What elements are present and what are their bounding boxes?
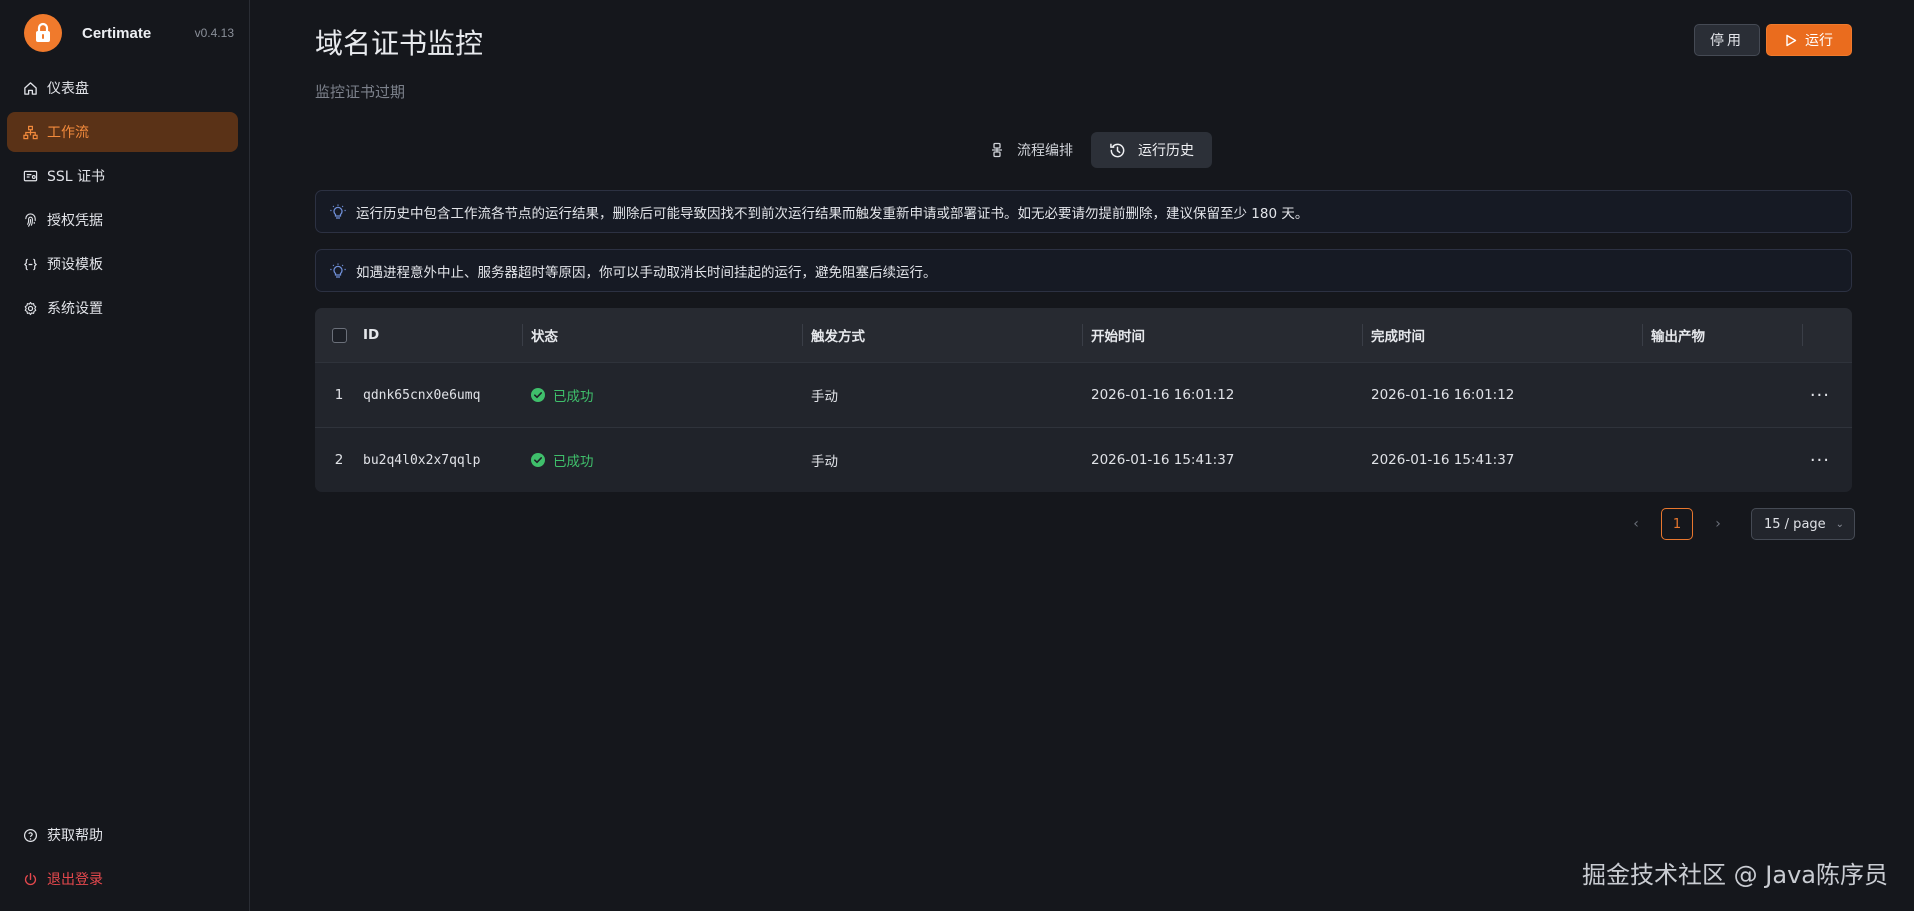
start-time: 2026-01-16 16:01:12	[1091, 387, 1235, 403]
braces-icon	[22, 256, 38, 272]
chevron-down-icon: ⌄	[1835, 518, 1844, 530]
sidebar-item-templates[interactable]: 预设模板	[7, 244, 238, 284]
alert-text: 如遇进程意外中止、服务器超时等原因，你可以手动取消长时间挂起的运行，避免阻塞后续…	[356, 264, 937, 281]
brand: Certimate v0.4.13	[24, 14, 234, 52]
sidebar-nav: 仪表盘 工作流 SSL 证书 授权凭据 预设模板 系统设置	[7, 68, 238, 332]
workflow-icon	[22, 124, 38, 140]
tab-orchestration[interactable]: 流程编排	[971, 132, 1091, 168]
history-table: ID 状态 触发方式 开始时间 完成时间 输出产物 1 qdnk65cnx0e6…	[315, 308, 1852, 492]
page-number-current[interactable]: 1	[1661, 508, 1693, 540]
prev-page-icon[interactable]: ‹	[1621, 509, 1651, 539]
info-alert-retention: 运行历史中包含工作流各节点的运行结果，删除后可能导致因找不到前次运行结果而触发重…	[315, 190, 1852, 233]
main-content: 域名证书监控 监控证书过期 停用 运行 流程编排 运行历史 运行历史中包含工作流…	[251, 0, 1914, 911]
check-circle-icon	[531, 453, 545, 467]
page-size-value: 15 / page	[1764, 516, 1826, 532]
sidebar-item-label: 工作流	[47, 125, 89, 141]
watermark: 掘金技术社区 @ Java陈序员	[1582, 861, 1888, 889]
home-icon	[22, 80, 38, 96]
status-badge: 已成功	[531, 450, 594, 470]
sidebar-item-ssl[interactable]: SSL 证书	[7, 156, 238, 196]
sidebar-item-logout[interactable]: 退出登录	[7, 859, 238, 899]
trigger-type: 手动	[811, 454, 838, 470]
run-id: bu2q4l0x2x7qqlp	[363, 452, 481, 468]
sidebar-item-label: 退出登录	[47, 872, 103, 888]
sidebar-item-help[interactable]: 获取帮助	[7, 815, 238, 855]
status-text: 已成功	[553, 389, 594, 405]
run-id: qdnk65cnx0e6umq	[363, 387, 481, 403]
help-icon	[22, 827, 38, 843]
sidebar: Certimate v0.4.13 仪表盘 工作流 SSL 证书 授权凭据 预设…	[0, 0, 250, 911]
brand-name: Certimate	[82, 24, 152, 42]
header-output: 输出产物	[1643, 324, 1803, 346]
stop-button[interactable]: 停用	[1694, 24, 1760, 56]
play-icon	[1786, 34, 1797, 46]
sidebar-item-label: 获取帮助	[47, 828, 103, 844]
header-end-time: 完成时间	[1363, 324, 1643, 346]
row-index: 2	[334, 452, 344, 468]
sidebar-item-label: 系统设置	[47, 301, 103, 317]
status-text: 已成功	[553, 454, 594, 470]
header-trigger: 触发方式	[803, 324, 1083, 346]
check-circle-icon	[531, 388, 545, 402]
sidebar-item-credentials[interactable]: 授权凭据	[7, 200, 238, 240]
page-size-select[interactable]: 15 / page ⌄	[1751, 508, 1855, 540]
page-subtitle: 监控证书过期	[315, 83, 406, 101]
info-alert-cancel: 如遇进程意外中止、服务器超时等原因，你可以手动取消长时间挂起的运行，避免阻塞后续…	[315, 249, 1852, 292]
bulb-icon	[330, 204, 346, 219]
tab-label: 流程编排	[1017, 143, 1073, 159]
output-artifacts	[1643, 363, 1803, 427]
lock-logo-icon	[24, 14, 62, 52]
end-time: 2026-01-16 15:41:37	[1371, 452, 1515, 468]
header-start-time: 开始时间	[1083, 324, 1363, 346]
brand-version: v0.4.13	[194, 26, 234, 40]
output-artifacts	[1643, 428, 1803, 492]
header-status: 状态	[523, 324, 803, 346]
certificate-icon	[22, 168, 38, 184]
sidebar-item-settings[interactable]: 系统设置	[7, 288, 238, 328]
view-tabs: 流程编排 运行历史	[971, 132, 1212, 168]
table-row[interactable]: 1 qdnk65cnx0e6umq 已成功 手动 2026-01-16 16:0…	[315, 362, 1852, 427]
run-button-label: 运行	[1805, 33, 1833, 49]
select-all-checkbox[interactable]	[331, 327, 347, 343]
sidebar-item-dashboard[interactable]: 仪表盘	[7, 68, 238, 108]
sidebar-item-workflow[interactable]: 工作流	[7, 112, 238, 152]
sidebar-bottom: 获取帮助 退出登录	[7, 815, 238, 903]
page-title: 域名证书监控	[315, 27, 484, 60]
status-badge: 已成功	[531, 385, 594, 405]
start-time: 2026-01-16 15:41:37	[1091, 452, 1235, 468]
trigger-type: 手动	[811, 389, 838, 405]
power-icon	[22, 871, 38, 887]
tab-label: 运行历史	[1138, 143, 1194, 159]
table-row[interactable]: 2 bu2q4l0x2x7qqlp 已成功 手动 2026-01-16 15:4…	[315, 427, 1852, 492]
sidebar-item-label: 仪表盘	[47, 81, 89, 97]
history-icon	[1110, 143, 1125, 157]
sidebar-item-label: 预设模板	[47, 257, 103, 273]
pagination: ‹ 1 › 15 / page ⌄	[1621, 508, 1855, 540]
more-actions-icon[interactable]: ···	[1810, 385, 1830, 406]
end-time: 2026-01-16 16:01:12	[1371, 387, 1515, 403]
alert-text: 运行历史中包含工作流各节点的运行结果，删除后可能导致因找不到前次运行结果而触发重…	[356, 205, 1309, 222]
gear-icon	[22, 300, 38, 316]
sidebar-item-label: SSL 证书	[47, 169, 106, 185]
flow-icon	[992, 142, 1002, 158]
run-button[interactable]: 运行	[1766, 24, 1852, 56]
more-actions-icon[interactable]: ···	[1810, 450, 1830, 471]
table-header: ID 状态 触发方式 开始时间 完成时间 输出产物	[315, 308, 1852, 362]
bulb-icon	[330, 263, 346, 278]
header-id: ID	[363, 324, 523, 346]
next-page-icon[interactable]: ›	[1703, 509, 1733, 539]
row-index: 1	[334, 387, 344, 403]
tab-history[interactable]: 运行历史	[1091, 132, 1212, 168]
fingerprint-icon	[22, 212, 38, 228]
sidebar-item-label: 授权凭据	[47, 213, 103, 229]
